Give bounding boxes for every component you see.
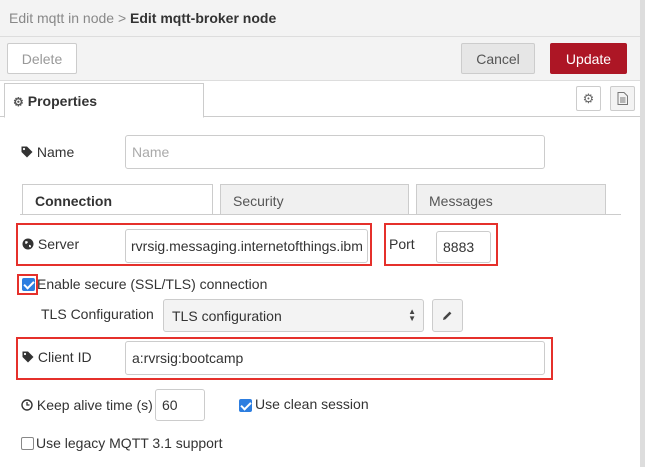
client-id-input[interactable]: a:rvrsig:bootcamp [125,341,545,375]
delete-button[interactable]: Delete [7,43,77,74]
tag-icon [22,351,34,363]
subtab-divider [20,214,621,215]
breadcrumb-separator: > [117,10,127,26]
port-label: Port [389,236,415,252]
client-id-label: Client ID [22,349,92,365]
select-arrows-icon: ▲ ▼ [408,307,416,323]
port-input[interactable]: 8883 [436,231,491,263]
update-button[interactable]: Update [550,43,627,74]
legacy-checkbox[interactable] [21,437,34,450]
clock-icon [21,399,33,411]
dialog-toolbar: Delete Cancel Update [0,37,640,81]
breadcrumb-current: Edit mqtt-broker node [130,10,277,26]
breadcrumb-parent[interactable]: Edit mqtt in node [9,10,114,26]
dialog-header: Edit mqtt in node > Edit mqtt-broker nod… [0,0,640,37]
tls-edit-button[interactable] [432,299,463,332]
pencil-icon [443,311,452,320]
clean-session-label: Use clean session [255,396,369,412]
keepalive-label: Keep alive time (s) [21,397,153,413]
name-label: Name [21,144,74,160]
ssl-label: Enable secure (SSL/TLS) connection [37,276,268,292]
cancel-button[interactable]: Cancel [461,43,535,74]
globe-icon [22,238,34,250]
name-placeholder: Name [132,144,170,160]
tab-properties-label: Properties [27,93,98,109]
description-tab-button[interactable] [610,86,635,111]
server-label: Server [22,236,79,252]
server-input[interactable]: rvrsig.messaging.internetofthings.ibm [125,229,368,263]
tls-config-select[interactable]: TLS configuration ▲ ▼ [163,299,424,332]
tab-messages[interactable]: Messages [416,184,606,215]
tab-properties[interactable]: ⚙ Properties [4,83,204,118]
clean-session-checkbox[interactable] [239,399,252,412]
gear-icon: ⚙ [13,95,24,109]
tab-security[interactable]: Security [220,184,409,215]
name-input[interactable]: Name [125,135,545,169]
legacy-label: Use legacy MQTT 3.1 support [36,435,223,451]
panel-edge [640,0,645,467]
gear-icon: ⚙ [582,90,595,106]
keepalive-input[interactable]: 60 [155,389,205,421]
tls-config-value: TLS configuration [172,307,282,324]
tag-icon [21,146,33,158]
tab-connection[interactable]: Connection [22,184,213,215]
tls-config-label: TLS Configuration [41,306,154,322]
document-icon [617,92,628,105]
settings-tab-button[interactable]: ⚙ [576,86,601,111]
tab-bar: ⚙ Properties ⚙ [0,81,640,118]
ssl-checkbox[interactable] [22,278,35,291]
